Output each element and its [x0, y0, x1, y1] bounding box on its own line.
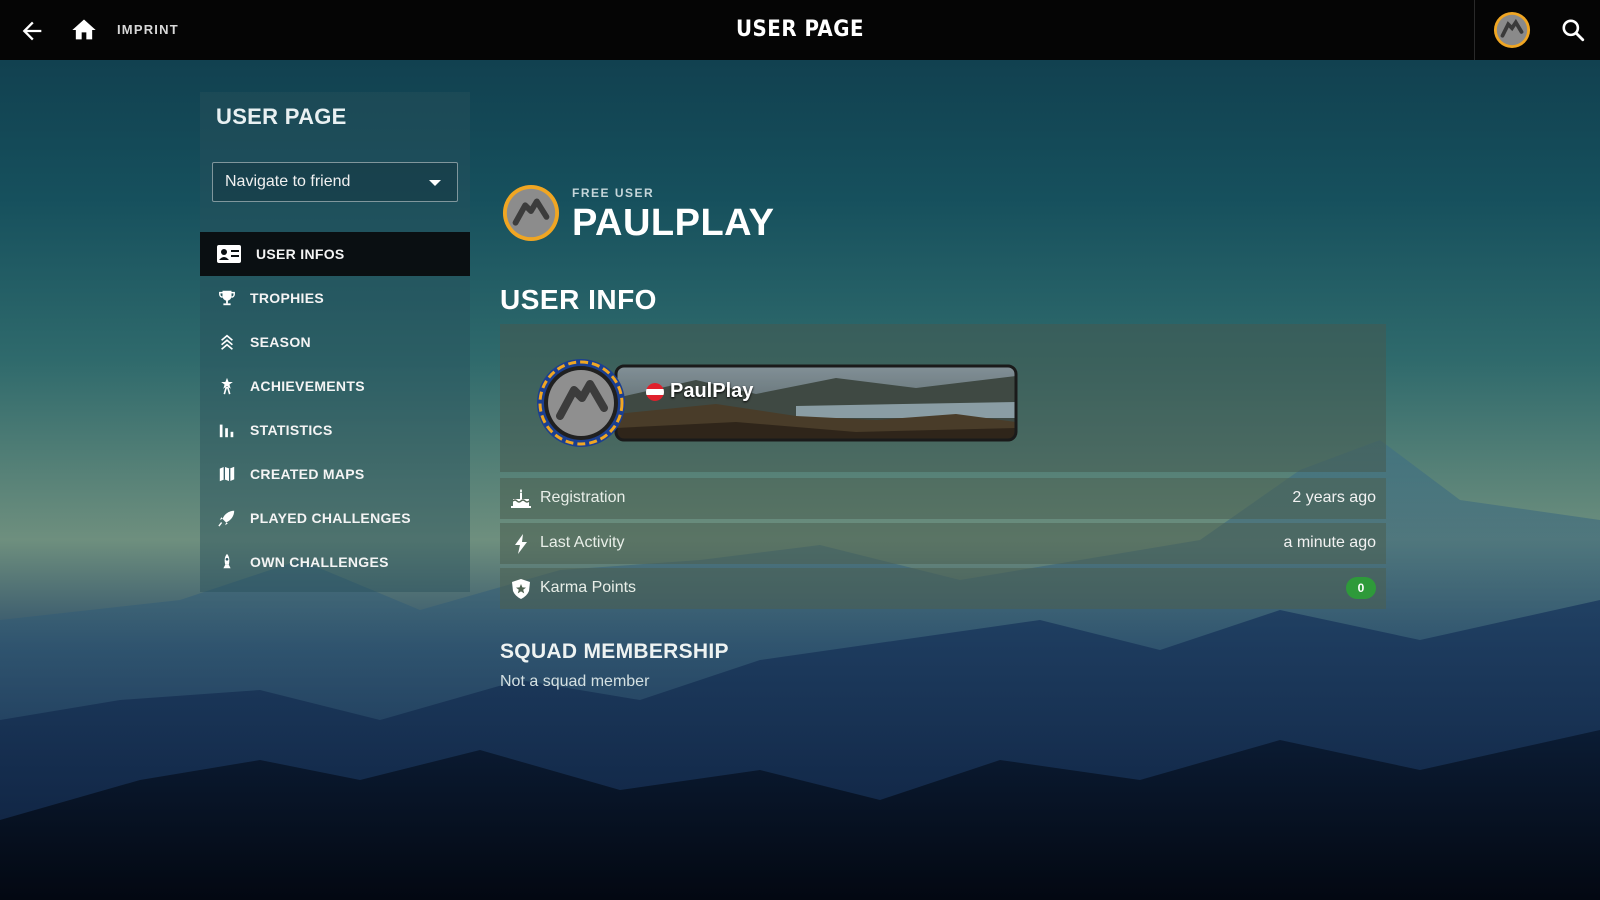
navigate-to-friend-select[interactable]: Navigate to friend — [212, 162, 458, 202]
chevron-rank-icon — [216, 331, 238, 353]
sidebar-title: USER PAGE — [216, 104, 347, 129]
id-card-icon — [216, 243, 242, 265]
sidebar-item-label: ACHIEVEMENTS — [250, 378, 365, 394]
last-activity-value: a minute ago — [1283, 534, 1376, 551]
person-rocket-icon — [216, 551, 238, 573]
page-title: USER PAGE — [735, 17, 865, 42]
sidebar-item-achievements[interactable]: ACHIEVEMENTS — [200, 364, 470, 408]
player-banner-card: PaulPlay — [500, 324, 1386, 472]
bar-chart-icon — [216, 419, 238, 441]
sidebar-item-created-maps[interactable]: CREATED MAPS — [200, 452, 470, 496]
registration-label: Registration — [540, 489, 626, 506]
top-bar: IMPRINT USER PAGE — [0, 0, 1600, 60]
austria-flag-icon — [646, 382, 664, 401]
sidebar-item-label: PLAYED CHALLENGES — [250, 510, 411, 526]
avatar[interactable] — [1493, 11, 1531, 49]
profile-header: FREE USER PAULPLAY — [502, 180, 1002, 250]
navigate-select-value: Navigate to friend — [225, 173, 351, 190]
info-row-last-activity: Last Activity a minute ago — [500, 523, 1386, 564]
user-info-title: USER INFO — [500, 284, 657, 315]
sidebar: USER PAGE Navigate to friend USER INFOS … — [200, 92, 470, 592]
last-activity-label: Last Activity — [540, 534, 625, 551]
sidebar-item-statistics[interactable]: STATISTICS — [200, 408, 470, 452]
sidebar-item-own-challenges[interactable]: OWN CHALLENGES — [200, 540, 470, 584]
user-role: FREE USER — [572, 186, 655, 200]
sidebar-item-label: STATISTICS — [250, 422, 333, 438]
sidebar-item-label: CREATED MAPS — [250, 466, 365, 482]
sidebar-menu: USER INFOS TROPHIES SEASON ACHIEVEMENTS … — [200, 232, 470, 584]
sidebar-item-label: USER INFOS — [256, 246, 345, 262]
search-icon[interactable] — [1560, 17, 1586, 43]
info-row-karma-points: Karma Points 0 — [500, 568, 1386, 609]
sidebar-item-season[interactable]: SEASON — [200, 320, 470, 364]
trophy-icon — [216, 287, 238, 309]
karma-points-badge: 0 — [1346, 577, 1376, 599]
cake-icon — [511, 489, 531, 508]
sidebar-item-label: OWN CHALLENGES — [250, 554, 389, 570]
avatar — [502, 184, 560, 242]
rocket-icon — [216, 507, 238, 529]
player-banner — [537, 359, 1018, 447]
star-person-icon — [216, 375, 238, 397]
sidebar-item-label: TROPHIES — [250, 290, 324, 306]
divider — [1474, 0, 1475, 60]
user-name: PAULPLAY — [572, 202, 775, 244]
squad-membership-status: Not a squad member — [500, 673, 650, 690]
karma-shield-icon — [512, 579, 530, 599]
info-row-registration: Registration 2 years ago — [500, 478, 1386, 519]
sidebar-item-user-infos[interactable]: USER INFOS — [200, 232, 470, 276]
squad-membership-title: SQUAD MEMBERSHIP — [500, 640, 729, 663]
lightning-icon — [515, 534, 527, 554]
sidebar-item-played-challenges[interactable]: PLAYED CHALLENGES — [200, 496, 470, 540]
banner-player-name: PaulPlay — [670, 380, 754, 402]
sidebar-item-trophies[interactable]: TROPHIES — [200, 276, 470, 320]
karma-points-label: Karma Points — [540, 579, 637, 596]
banner-name: PaulPlay — [646, 380, 753, 403]
registration-value: 2 years ago — [1292, 489, 1376, 506]
chevron-down-icon — [429, 180, 441, 186]
map-icon — [216, 463, 238, 485]
sidebar-item-label: SEASON — [250, 334, 311, 350]
